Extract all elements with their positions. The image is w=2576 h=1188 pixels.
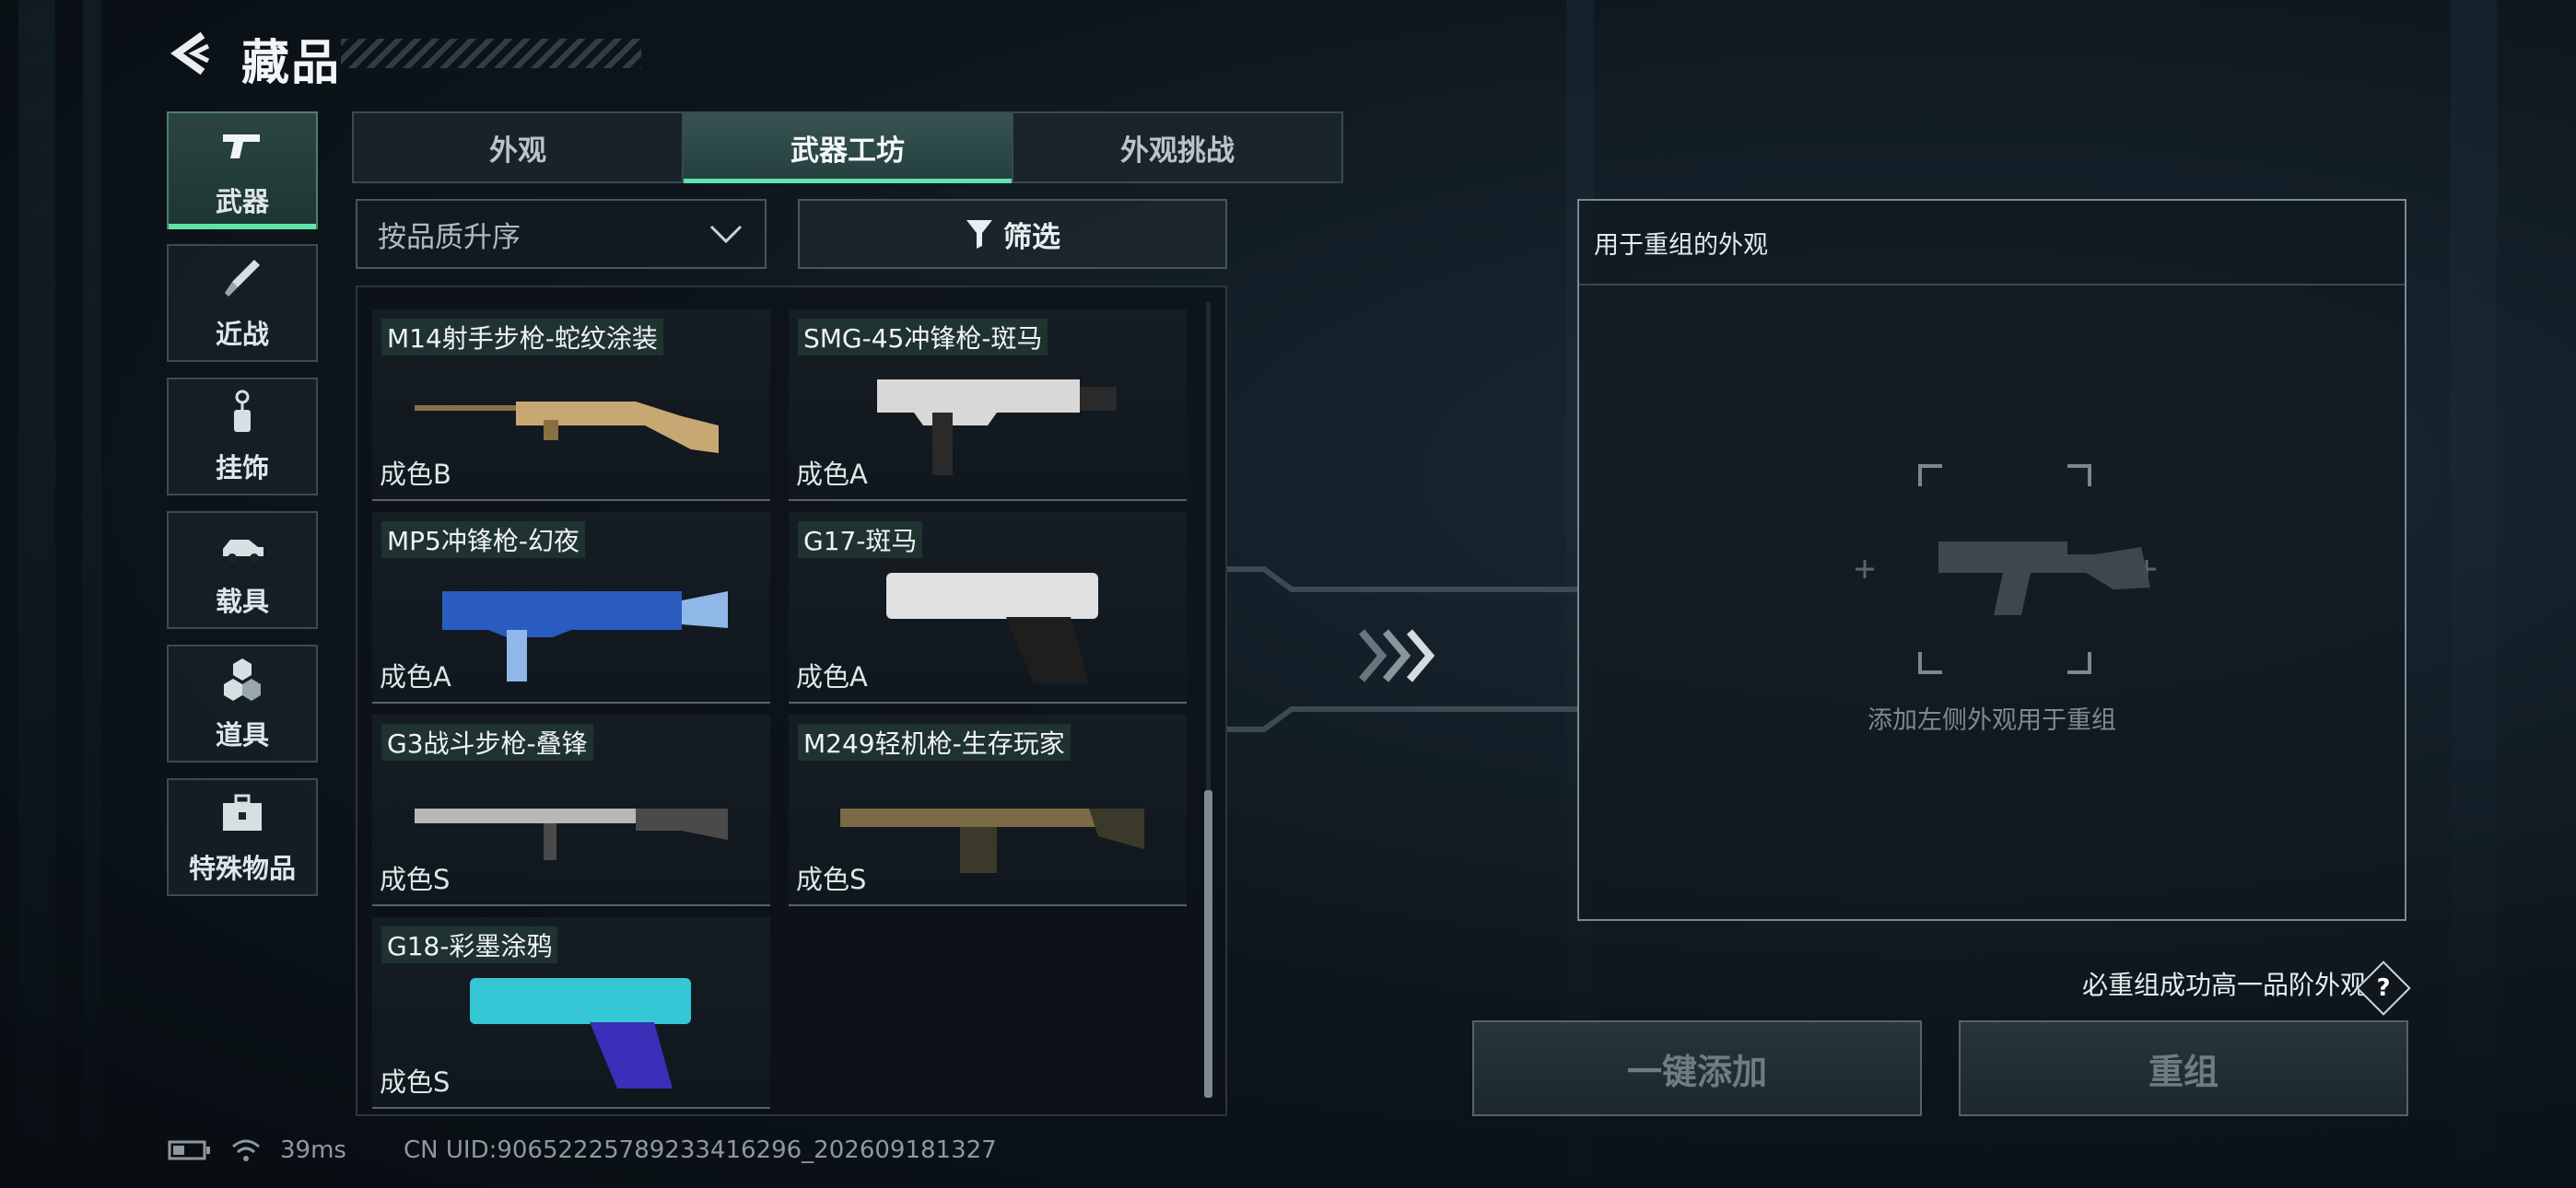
skin-grade: 成色S [380, 1066, 451, 1098]
skin-name: SMG-45冲锋枪-斑马 [798, 319, 1048, 355]
skin-card[interactable]: MP5冲锋枪-幻夜 成色A [372, 512, 770, 704]
machine-gun-image [840, 809, 1144, 873]
skin-grade: 成色S [796, 864, 867, 895]
category-items[interactable]: 道具 [167, 645, 318, 763]
category-weapons[interactable]: 武器 [167, 111, 318, 229]
filter-button[interactable]: 筛选 [798, 199, 1227, 269]
back-arrow-icon [170, 31, 210, 76]
skin-card[interactable]: M249轻机枪-生存玩家 成色S [789, 715, 1187, 906]
panel-title: 用于重组的外观 [1579, 201, 2405, 285]
category-label: 载具 [215, 586, 269, 617]
smg-image [442, 591, 728, 681]
recombine-button[interactable]: 重组 [1959, 1020, 2408, 1116]
charm-icon [234, 390, 251, 432]
tab-appearance-challenge[interactable]: 外观挑战 [1013, 113, 1341, 181]
pistol-icon [223, 134, 260, 158]
sort-dropdown[interactable]: 按品质升序 [356, 199, 767, 269]
knife-icon [225, 260, 260, 297]
tab-weapon-workshop[interactable]: 武器工坊 [684, 113, 1013, 183]
skin-name: MP5冲锋枪-幻夜 [381, 521, 585, 558]
wifi-icon [232, 1139, 260, 1161]
filter-label: 筛选 [1003, 220, 1060, 254]
skin-name: M249轻机枪-生存玩家 [798, 724, 1071, 761]
uid-text: CN UID:9065222578923341629​6_20260918132… [404, 1136, 997, 1164]
skin-grade: 成色A [796, 459, 868, 490]
items-icon [224, 658, 261, 701]
skin-card[interactable]: G17-斑马 成色A [789, 512, 1187, 704]
vehicle-icon [223, 540, 263, 563]
category-label: 武器 [215, 186, 269, 217]
category-special-items[interactable]: 特殊物品 [167, 778, 318, 896]
rifle-placeholder-icon [1856, 464, 2156, 674]
battery-icon [168, 1140, 210, 1160]
tab-appearance[interactable]: 外观 [354, 113, 684, 181]
page-title: 藏品 [241, 36, 342, 91]
skin-name: G17-斑马 [798, 521, 923, 558]
category-label: 近战 [215, 319, 269, 350]
skin-grade: 成色S [380, 864, 451, 895]
category-label: 挂饰 [215, 452, 269, 483]
pistol-image [470, 978, 691, 1089]
scrollbar-thumb[interactable] [1204, 790, 1212, 1098]
one-click-add-button[interactable]: 一键添加 [1472, 1020, 1922, 1116]
smg-image [877, 379, 1117, 475]
back-button[interactable] [166, 28, 217, 79]
skin-grade: 成色A [380, 661, 451, 693]
skin-card[interactable]: G3战斗步枪-叠锋 成色S [372, 715, 770, 906]
skin-name: G18-彩墨涂鸦 [381, 926, 558, 963]
tab-bar: 外观 武器工坊 外观挑战 [352, 111, 1343, 183]
pistol-image [886, 573, 1098, 683]
sort-value: 按品质升序 [378, 220, 521, 254]
category-vehicles[interactable]: 载具 [167, 511, 318, 629]
skin-card[interactable]: SMG-45冲锋枪-斑马 成色A [789, 309, 1187, 501]
category-charms[interactable]: 挂饰 [167, 378, 318, 495]
title-decoration [341, 39, 641, 68]
skin-name: G3战斗步枪-叠锋 [381, 724, 593, 761]
recombine-slot-panel[interactable]: 用于重组的外观 添加左侧外观用于重组 [1577, 199, 2406, 921]
filter-icon [966, 220, 992, 249]
help-icon: ? [2376, 974, 2391, 1002]
skin-list[interactable]: M14射手步枪-蛇纹涂装 成色B SMG-45冲锋枪-斑马 成色A MP5冲锋枪… [356, 285, 1227, 1116]
rifle-image [415, 809, 728, 860]
skin-card[interactable]: G18-彩墨涂鸦 成色S [372, 917, 770, 1109]
category-melee[interactable]: 近战 [167, 244, 318, 362]
ping-text: 39ms [280, 1136, 346, 1164]
skin-name: M14射手步枪-蛇纹涂装 [381, 319, 663, 355]
skin-grade: 成色B [380, 459, 451, 490]
panel-hint: 添加左侧外观用于重组 [1868, 706, 2116, 735]
category-label: 道具 [215, 719, 269, 751]
category-label: 特殊物品 [188, 853, 296, 884]
chevron-down-icon [709, 225, 743, 244]
rifle-image [415, 402, 719, 453]
status-bar: 39ms [168, 1136, 346, 1164]
skin-card[interactable]: M14射手步枪-蛇纹涂装 成色B [372, 309, 770, 501]
skin-grade: 成色A [796, 661, 868, 693]
recombine-note: 必重组成功高一品阶外观 [2081, 970, 2366, 1000]
toolbox-icon [223, 794, 262, 831]
arrow-chevrons-icon [1358, 629, 1435, 682]
